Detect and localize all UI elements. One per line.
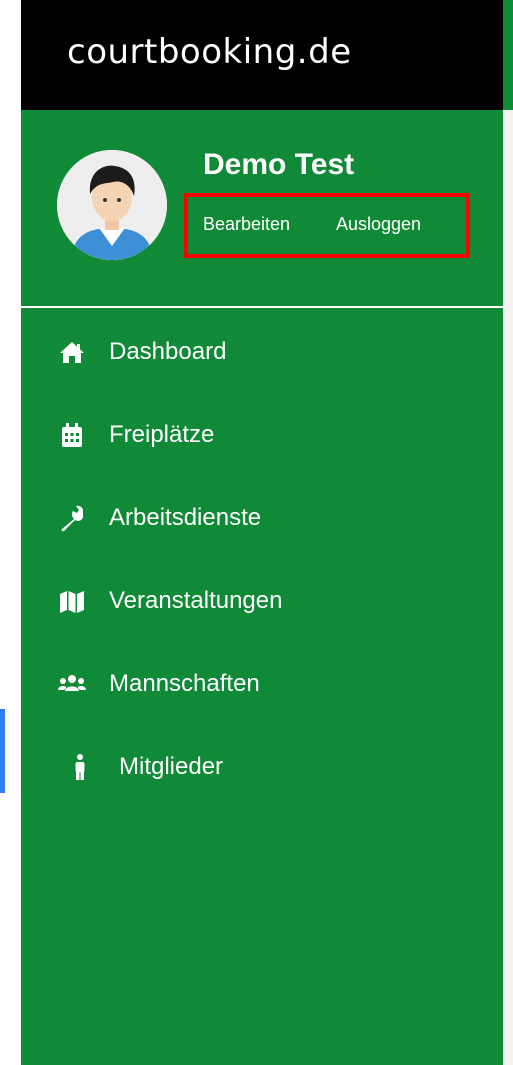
avatar xyxy=(57,150,167,260)
user-profile: Demo Test Bearbeiten Ausloggen xyxy=(21,110,503,307)
header-edge xyxy=(503,0,513,110)
person-icon xyxy=(65,752,95,782)
user-actions-highlight: Bearbeiten Ausloggen xyxy=(184,193,470,258)
map-icon xyxy=(57,586,87,616)
divider xyxy=(21,306,503,308)
sidebar-item-label: Dashboard xyxy=(109,338,227,365)
calendar-icon xyxy=(57,420,87,450)
home-icon xyxy=(57,337,87,367)
sidebar-item-mannschaften[interactable]: Mannschaften xyxy=(21,654,503,714)
brand-logo[interactable]: courtbooking.de xyxy=(67,32,352,72)
sidebar-item-label: Veranstaltungen xyxy=(109,587,283,614)
brand-bar: courtbooking.de xyxy=(21,0,503,110)
left-gutter xyxy=(0,0,21,1065)
sidebar-item-freiplaetze[interactable]: Freiplätze xyxy=(21,405,503,465)
wrench-icon xyxy=(57,503,87,533)
logout-link[interactable]: Ausloggen xyxy=(336,214,421,235)
avatar-icon xyxy=(57,150,167,260)
sidebar-item-label: Mannschaften xyxy=(109,670,260,697)
sidebar-item-label: Freiplätze xyxy=(109,421,215,448)
sidebar-item-veranstaltungen[interactable]: Veranstaltungen xyxy=(21,571,503,631)
sidebar-item-arbeitsdienste[interactable]: Arbeitsdienste xyxy=(21,488,503,548)
sidebar-item-mitglieder[interactable]: Mitglieder xyxy=(0,709,503,797)
content-edge xyxy=(503,0,513,1065)
sidebar: courtbooking.de Demo Test Bearbeiten Aus… xyxy=(0,0,503,1065)
user-name: Demo Test xyxy=(203,148,355,181)
sidebar-item-label: Mitglieder xyxy=(119,753,224,780)
edit-profile-link[interactable]: Bearbeiten xyxy=(203,214,290,235)
sidebar-item-dashboard[interactable]: Dashboard xyxy=(21,322,503,382)
users-icon xyxy=(57,669,87,699)
active-indicator xyxy=(0,709,5,793)
sidebar-item-label: Arbeitsdienste xyxy=(109,504,262,531)
